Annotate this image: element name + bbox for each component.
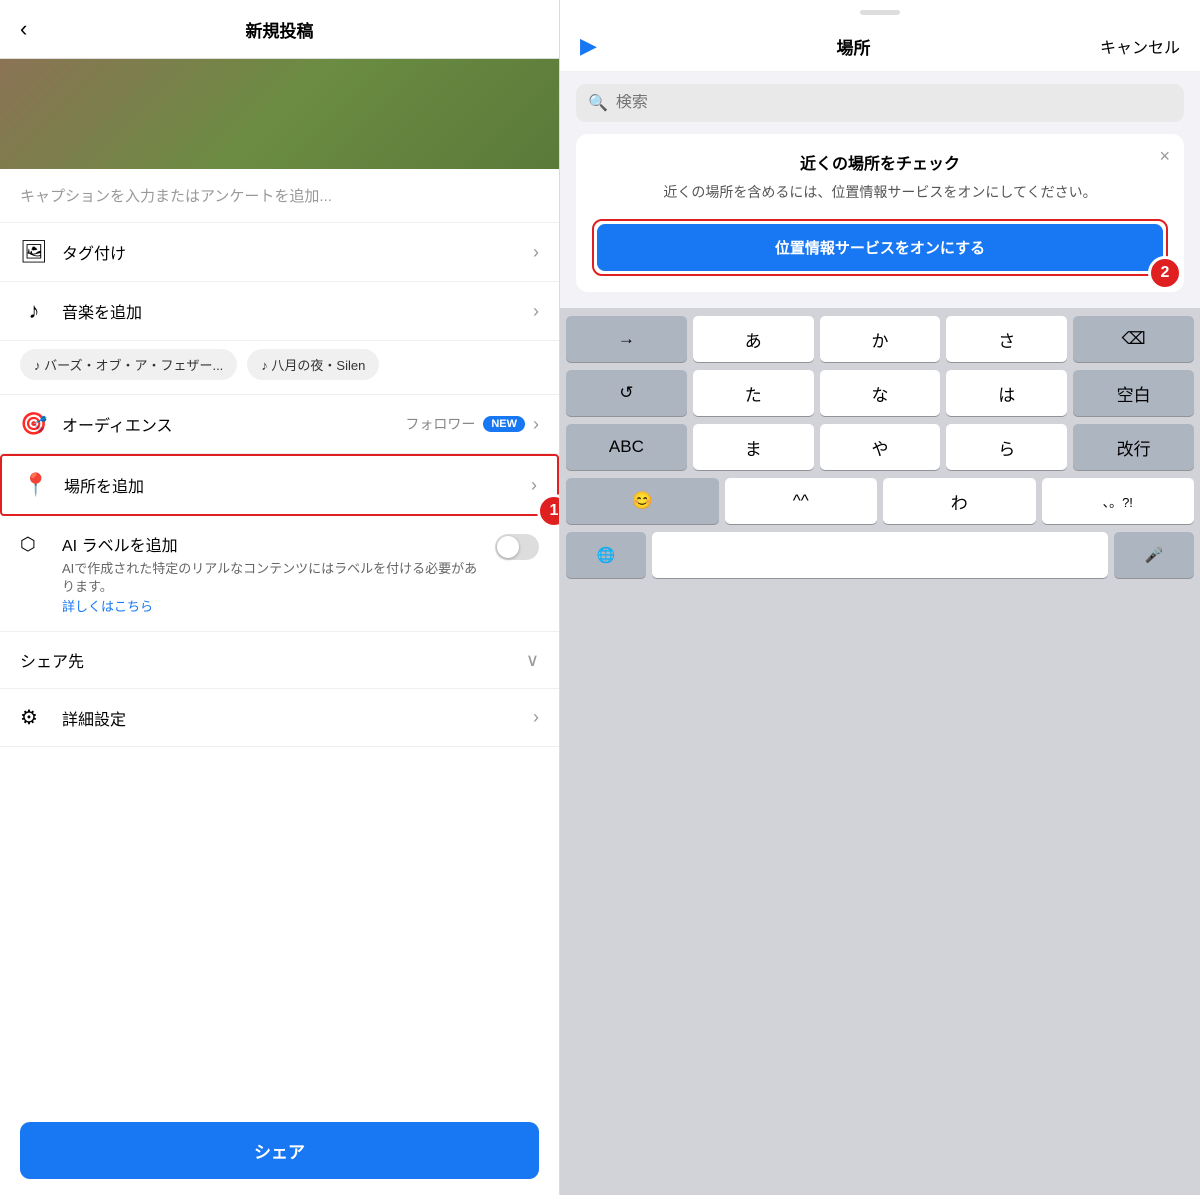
share-dest-chevron: ∨ bbox=[526, 650, 539, 671]
music-chip-2[interactable]: ♪ 八月の夜・Silen bbox=[247, 349, 379, 380]
key-globe[interactable]: 🌐 bbox=[566, 532, 646, 578]
keyboard-bottom-row: 🌐 🎤 bbox=[566, 532, 1194, 578]
location-nav-icon[interactable]: ▶ bbox=[580, 33, 597, 59]
key-ta[interactable]: た bbox=[693, 370, 814, 416]
music-label: 音楽を追加 bbox=[62, 299, 533, 323]
search-icon: 🔍 bbox=[588, 93, 608, 113]
audience-menu-item[interactable]: 🎯 オーディエンス フォロワー NEW › bbox=[0, 395, 559, 454]
step-2-badge: 2 bbox=[1148, 256, 1182, 290]
modal-handle bbox=[560, 0, 1200, 21]
enable-location-btn-wrap: 位置情報サービスをオンにする bbox=[592, 219, 1168, 276]
detail-settings-label: 詳細設定 bbox=[62, 706, 533, 730]
enable-location-button[interactable]: 位置情報サービスをオンにする bbox=[597, 224, 1163, 271]
caption-area[interactable]: キャプションを入力またはアンケートを追加... bbox=[0, 169, 559, 223]
music-chip-2-label: ♪ 八月の夜・Silen bbox=[261, 355, 365, 374]
right-panel: ▶ 場所 キャンセル 🔍 × 近くの場所をチェック 近くの場所を含めるには、位置… bbox=[560, 0, 1200, 1195]
keyboard-row-3: ABC ま や ら 改行 bbox=[566, 424, 1194, 470]
detail-settings-row[interactable]: ⚙ 詳細設定 › bbox=[0, 689, 559, 747]
location-label: 場所を追加 bbox=[64, 473, 531, 497]
ai-icon: ⬡ bbox=[20, 534, 48, 555]
keyboard-row-4: 😊 ^^ わ 、。?! bbox=[566, 478, 1194, 524]
key-punctuation[interactable]: 、。?! bbox=[1042, 478, 1195, 524]
ai-desc: AIで作成された特定のリアルなコンテンツにはラベルを付ける必要があります。 bbox=[62, 560, 485, 596]
key-undo[interactable]: ↺ bbox=[566, 370, 687, 416]
key-spacebar[interactable] bbox=[652, 532, 1108, 578]
key-return[interactable]: 改行 bbox=[1073, 424, 1194, 470]
tag-menu-item[interactable]: 🖼 タグ付け › bbox=[0, 223, 559, 282]
audience-label: オーディエンス bbox=[62, 412, 405, 436]
ai-content: AI ラベルを追加 AIで作成された特定のリアルなコンテンツにはラベルを付ける必… bbox=[62, 532, 485, 615]
nearby-title: 近くの場所をチェック bbox=[592, 150, 1168, 174]
keyboard-area: → あ か さ ⌫ ↺ た な は 空白 ABC ま や ら 改行 😊 ^^ わ… bbox=[560, 308, 1200, 1195]
key-sa[interactable]: さ bbox=[946, 316, 1067, 362]
ai-toggle[interactable] bbox=[495, 534, 539, 560]
back-button[interactable]: ‹ bbox=[20, 16, 27, 42]
key-ha[interactable]: は bbox=[946, 370, 1067, 416]
key-backspace[interactable]: ⌫ bbox=[1073, 316, 1194, 362]
key-caret[interactable]: ^^ bbox=[725, 478, 878, 524]
keyboard-row-2: ↺ た な は 空白 bbox=[566, 370, 1194, 416]
nearby-panel: × 近くの場所をチェック 近くの場所を含めるには、位置情報サービスをオンにしてく… bbox=[576, 134, 1184, 292]
music-menu-item[interactable]: ♪ 音楽を追加 › bbox=[0, 282, 559, 341]
key-abc[interactable]: ABC bbox=[566, 424, 687, 470]
location-icon: 📍 bbox=[22, 472, 50, 498]
cancel-button[interactable]: キャンセル bbox=[1100, 34, 1180, 58]
nearby-desc: 近くの場所を含めるには、位置情報サービスをオンにしてください。 bbox=[592, 182, 1168, 203]
audience-sub: フォロワー bbox=[405, 414, 475, 434]
key-na[interactable]: な bbox=[820, 370, 941, 416]
key-arrow[interactable]: → bbox=[566, 316, 687, 362]
key-ya[interactable]: や bbox=[820, 424, 941, 470]
page-title: 新規投稿 bbox=[246, 17, 314, 42]
audience-chevron: › bbox=[533, 414, 539, 435]
ai-title: AI ラベルを追加 bbox=[62, 532, 485, 556]
share-button[interactable]: シェア bbox=[20, 1122, 539, 1179]
music-chip-1-label: ♪ バーズ・オブ・ア・フェザー... bbox=[34, 355, 223, 374]
music-chevron: › bbox=[533, 301, 539, 322]
key-mic[interactable]: 🎤 bbox=[1114, 532, 1194, 578]
keyboard-row-1: → あ か さ ⌫ bbox=[566, 316, 1194, 362]
detail-settings-chevron: › bbox=[533, 707, 539, 728]
location-header: ▶ 場所 キャンセル bbox=[560, 21, 1200, 72]
tag-chevron: › bbox=[533, 242, 539, 263]
tag-label: タグ付け bbox=[62, 240, 533, 264]
key-ra[interactable]: ら bbox=[946, 424, 1067, 470]
music-icon: ♪ bbox=[20, 298, 48, 324]
key-ka[interactable]: か bbox=[820, 316, 941, 362]
detail-settings-icon: ⚙ bbox=[20, 705, 48, 730]
key-ma[interactable]: ま bbox=[693, 424, 814, 470]
ai-label-row: ⬡ AI ラベルを追加 AIで作成された特定のリアルなコンテンツにはラベルを付け… bbox=[0, 516, 559, 632]
handle-bar bbox=[860, 10, 900, 15]
caption-placeholder: キャプションを入力またはアンケートを追加... bbox=[20, 188, 332, 205]
share-dest-row[interactable]: シェア先 ∨ bbox=[0, 632, 559, 689]
music-chip-1[interactable]: ♪ バーズ・オブ・ア・フェザー... bbox=[20, 349, 237, 380]
key-wa[interactable]: わ bbox=[883, 478, 1036, 524]
key-emoji[interactable]: 😊 bbox=[566, 478, 719, 524]
search-bar[interactable]: 🔍 bbox=[576, 84, 1184, 122]
nearby-close-button[interactable]: × bbox=[1159, 146, 1170, 167]
key-space[interactable]: 空白 bbox=[1073, 370, 1194, 416]
photo-preview bbox=[0, 59, 559, 169]
ai-link[interactable]: 詳しくはこちら bbox=[62, 596, 485, 615]
location-chevron: › bbox=[531, 475, 537, 496]
search-input[interactable] bbox=[616, 94, 1172, 112]
new-post-header: ‹ 新規投稿 bbox=[0, 0, 559, 59]
left-panel: ‹ 新規投稿 キャプションを入力またはアンケートを追加... 🖼 タグ付け › … bbox=[0, 0, 560, 1195]
audience-icon: 🎯 bbox=[20, 411, 48, 437]
location-menu-item[interactable]: 📍 場所を追加 › bbox=[0, 454, 559, 516]
location-header-title: 場所 bbox=[607, 34, 1100, 59]
tag-icon: 🖼 bbox=[20, 239, 48, 265]
new-badge: NEW bbox=[483, 416, 525, 432]
share-dest-label: シェア先 bbox=[20, 648, 526, 672]
music-options: ♪ バーズ・オブ・ア・フェザー... ♪ 八月の夜・Silen bbox=[0, 341, 559, 395]
key-a[interactable]: あ bbox=[693, 316, 814, 362]
